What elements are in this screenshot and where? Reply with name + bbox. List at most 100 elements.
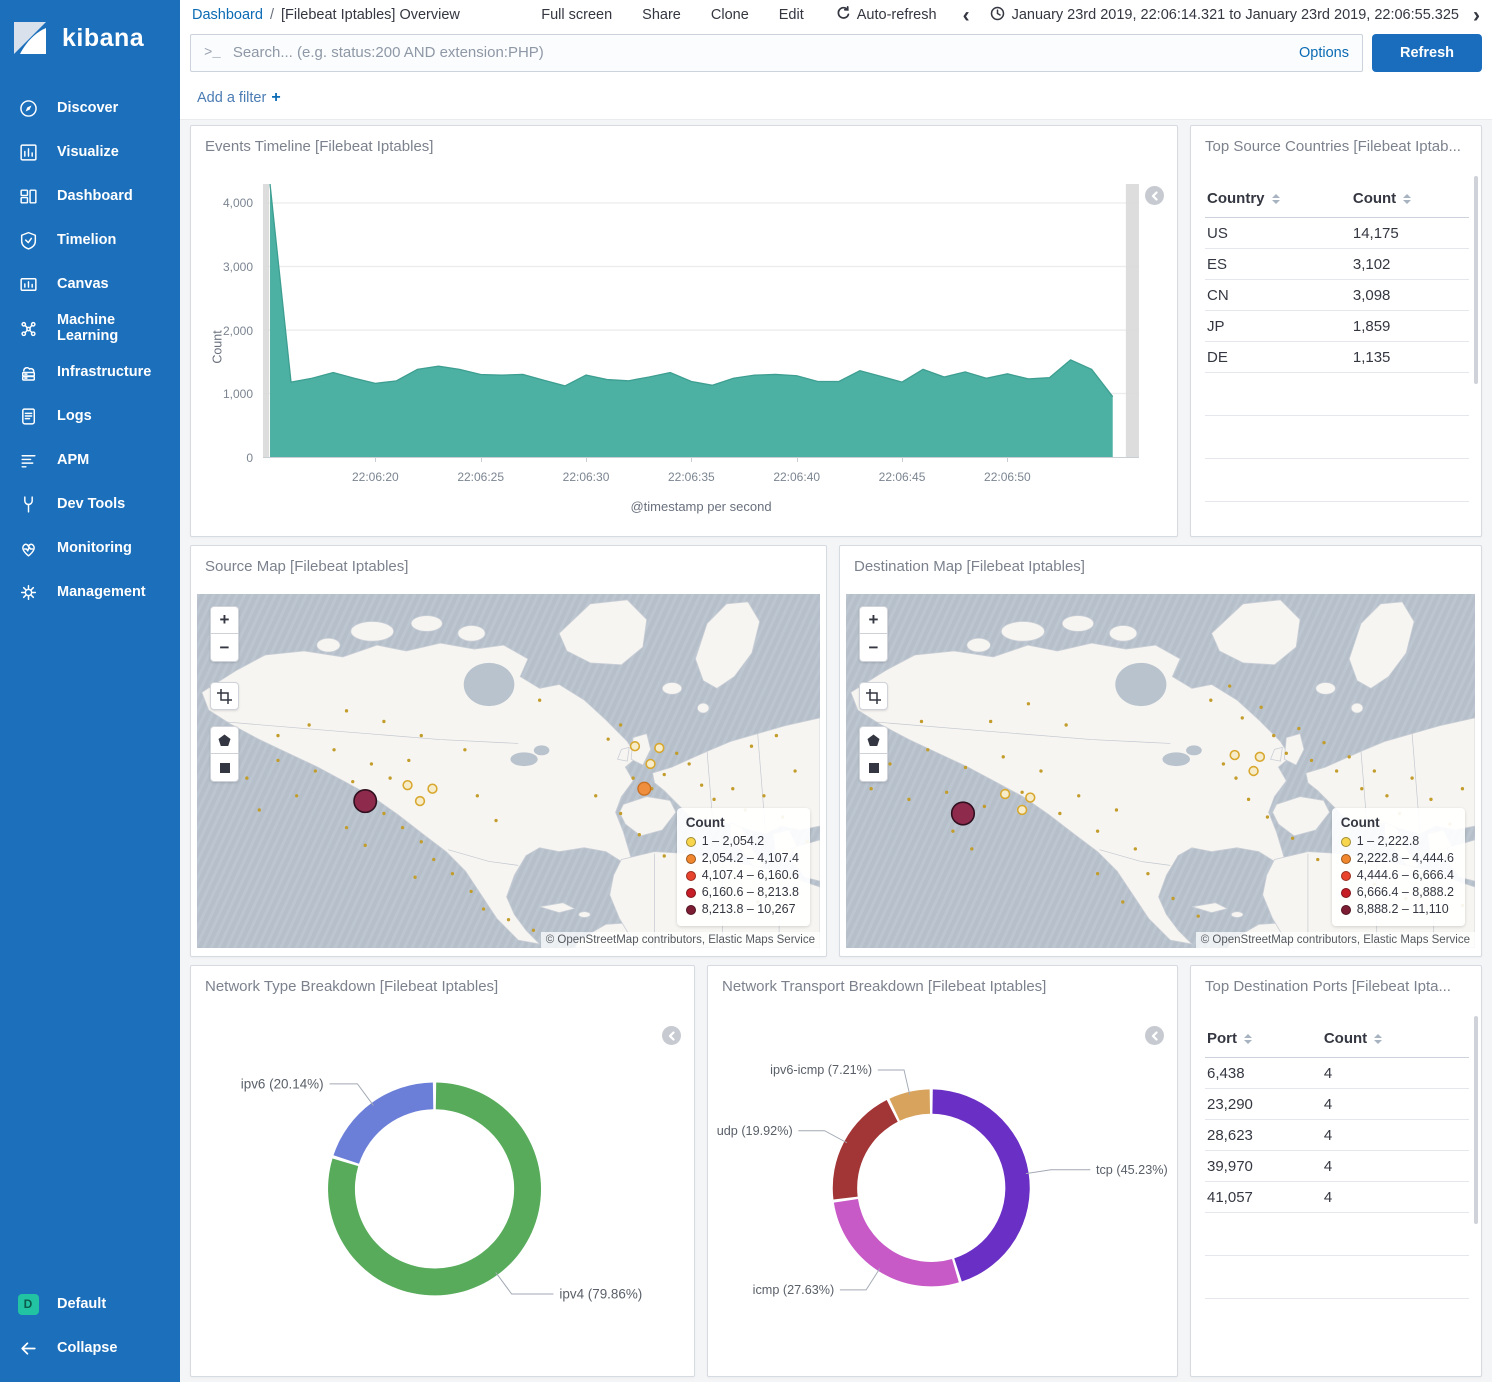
zoom-out-button[interactable]: − — [210, 634, 239, 662]
legend-color-dot — [686, 854, 696, 864]
sort-icon — [1374, 1034, 1382, 1044]
map-point — [345, 826, 348, 829]
map-point — [1247, 798, 1250, 801]
map-point — [332, 748, 335, 751]
sidebar-item-dashboard[interactable]: Dashboard — [0, 174, 180, 218]
sidebar-item-infrastructure[interactable]: Infrastructure — [0, 350, 180, 394]
legend-row: 8,213.8 – 10,267 — [686, 901, 799, 918]
timeline-chart[interactable]: Count 01,0002,0003,0004,000 22:06:2022:0… — [205, 184, 1163, 526]
map-point — [345, 709, 348, 712]
polygon-draw-icon[interactable] — [859, 726, 888, 754]
x-tick-label: 22:06:35 — [668, 470, 715, 484]
panel-prev-chevron-button[interactable] — [1145, 186, 1164, 205]
zoom-in-button[interactable]: + — [859, 606, 888, 634]
time-back-chevron[interactable]: ‹ — [963, 5, 970, 26]
sidebar-item-logs[interactable]: Logs — [0, 394, 180, 438]
dashboard-grid-icon — [17, 185, 39, 207]
sidebar-item-machine-learning[interactable]: Machine Learning — [0, 306, 180, 350]
search-input[interactable] — [233, 44, 1289, 61]
donut-slice-tcp[interactable] — [932, 1089, 1029, 1281]
fit-bounds-crop-icon[interactable] — [210, 682, 239, 710]
legend-color-dot — [1341, 837, 1351, 847]
sidebar-item-canvas[interactable]: Canvas — [0, 262, 180, 306]
menu-item-clone[interactable]: Clone — [711, 7, 749, 23]
sidebar-item-dev-tools[interactable]: Dev Tools — [0, 482, 180, 526]
search-box: >_ Options — [190, 34, 1363, 72]
source-countries-table: CountryCountUS14,175ES3,102CN3,098JP1,85… — [1205, 182, 1469, 502]
time-range-picker[interactable]: January 23rd 2019, 22:06:14.321 to Janua… — [990, 6, 1459, 25]
map-point — [1020, 791, 1023, 794]
sidebar-item-discover[interactable]: Discover — [0, 86, 180, 130]
query-options-link[interactable]: Options — [1299, 45, 1349, 61]
sidebar-nav: DiscoverVisualizeDashboardTimelionCanvas… — [0, 86, 180, 614]
panel-prev-chevron-button[interactable] — [662, 1026, 681, 1045]
column-header-count[interactable]: Count — [1322, 1022, 1469, 1058]
menu-item-full-screen[interactable]: Full screen — [541, 7, 612, 23]
clock-icon — [990, 6, 1005, 25]
rectangle-draw-icon[interactable] — [210, 754, 239, 782]
table-scrollbar[interactable] — [1474, 176, 1478, 384]
timeline-plot-area[interactable] — [263, 184, 1139, 458]
x-tick-mark — [797, 457, 798, 462]
legend-color-dot — [686, 905, 696, 915]
source-map[interactable]: +−Count1 – 2,054.22,054.2 – 4,107.44,107… — [197, 594, 820, 948]
sidebar-item-apm[interactable]: APM — [0, 438, 180, 482]
x-tick-label: 22:06:50 — [984, 470, 1031, 484]
collapse-button[interactable]: Collapse — [0, 1326, 180, 1370]
space-switcher-default[interactable]: D Default — [0, 1282, 180, 1326]
map-bucket-point — [428, 784, 437, 793]
fit-bounds-crop-icon[interactable] — [859, 682, 888, 710]
donut-slice-icmp[interactable] — [834, 1199, 959, 1286]
map-point — [1360, 787, 1363, 790]
zoom-in-button[interactable]: + — [210, 606, 239, 634]
map-point — [1115, 808, 1118, 811]
sidebar-item-label: APM — [57, 452, 89, 468]
panel-title: Source Map [Filebeat Iptables] — [205, 558, 812, 575]
table-scrollbar[interactable] — [1474, 1016, 1478, 1224]
column-header-port[interactable]: Port — [1205, 1022, 1322, 1058]
sidebar-item-label: Monitoring — [57, 540, 132, 556]
map-point — [1297, 727, 1300, 730]
panel-prev-chevron-button[interactable] — [1145, 1026, 1164, 1045]
map-point — [712, 798, 715, 801]
y-tick-label: 4,000 — [223, 196, 253, 210]
sidebar-item-management[interactable]: Management — [0, 570, 180, 614]
network-type-donut[interactable]: ipv4 (79.86%)ipv6 (20.14%) — [191, 966, 694, 1376]
rectangle-draw-icon[interactable] — [859, 754, 888, 782]
map-point — [688, 762, 691, 765]
sidebar-item-visualize[interactable]: Visualize — [0, 130, 180, 174]
polygon-draw-icon[interactable] — [210, 726, 239, 754]
x-axis-ticks: 22:06:2022:06:2522:06:3022:06:3522:06:40… — [263, 466, 1139, 484]
kibana-logo[interactable]: kibana — [0, 0, 180, 64]
refresh-button[interactable]: Refresh — [1372, 34, 1482, 72]
donut-slice-ipv6[interactable] — [334, 1082, 434, 1163]
column-header-country[interactable]: Country — [1205, 182, 1351, 218]
x-tick-mark — [902, 457, 903, 462]
auto-refresh-label: Auto-refresh — [857, 7, 937, 23]
column-header-count[interactable]: Count — [1351, 182, 1469, 218]
x-tick-label: 22:06:25 — [457, 470, 504, 484]
time-forward-chevron[interactable]: › — [1473, 5, 1480, 26]
sidebar-item-monitoring[interactable]: Monitoring — [0, 526, 180, 570]
auto-refresh-button[interactable]: Auto-refresh — [836, 6, 937, 25]
destination-ports-table: PortCount6,438423,290428,623439,970441,0… — [1205, 1022, 1469, 1299]
add-filter-button[interactable]: Add a filter+ — [197, 89, 281, 107]
map-bucket-point — [1255, 752, 1264, 761]
legend-row: 1 – 2,054.2 — [686, 833, 799, 850]
donut-slice-udp[interactable] — [833, 1100, 898, 1200]
legend-color-dot — [686, 837, 696, 847]
destination-map[interactable]: +−Count1 – 2,222.82,222.8 – 4,444.64,444… — [846, 594, 1475, 948]
map-point — [1322, 741, 1325, 744]
map-point — [638, 833, 641, 836]
donut-slice-label: ipv4 (79.86%) — [559, 1286, 642, 1301]
x-tick-label: 22:06:30 — [563, 470, 610, 484]
menu-item-edit[interactable]: Edit — [779, 7, 804, 23]
zoom-out-button[interactable]: − — [859, 634, 888, 662]
network-transport-donut[interactable]: tcp (45.23%)icmp (27.63%)udp (19.92%)ipv… — [708, 966, 1177, 1376]
breadcrumb-dashboard[interactable]: Dashboard — [192, 7, 263, 23]
map-point — [775, 734, 778, 737]
legend-color-dot — [1341, 905, 1351, 915]
menu-item-share[interactable]: Share — [642, 7, 681, 23]
map-point — [663, 773, 666, 776]
sidebar-item-timelion[interactable]: Timelion — [0, 218, 180, 262]
